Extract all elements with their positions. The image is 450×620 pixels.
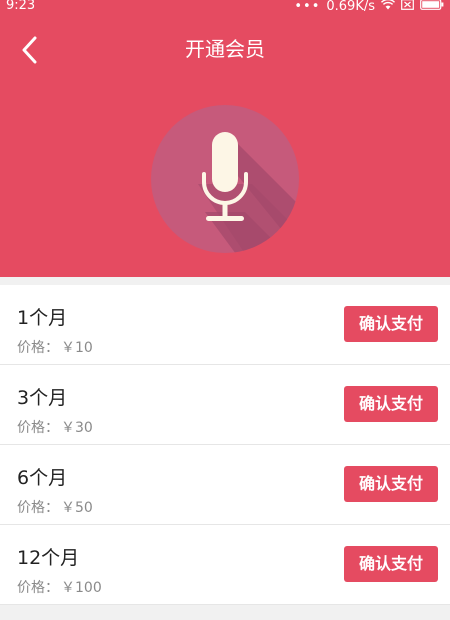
price-label: 价格： <box>17 340 59 356</box>
plan-row-12-months: 12个月 价格： ￥100 确认支付 <box>0 525 450 605</box>
header-banner: 9:23 ••• 0.69K/s 开通会员 <box>0 0 450 277</box>
plan-price: 价格： ￥10 <box>17 338 93 358</box>
plan-name: 3个月 <box>17 387 68 409</box>
price-label: 价格： <box>17 500 59 516</box>
network-speed: 0.69K/s <box>326 0 375 14</box>
plan-row-6-months: 6个月 价格： ￥50 确认支付 <box>0 445 450 525</box>
plan-name: 12个月 <box>17 547 80 569</box>
price-value: ￥10 <box>61 340 93 356</box>
price-label: 价格： <box>17 580 59 596</box>
plan-row-3-months: 3个月 价格： ￥30 确认支付 <box>0 365 450 445</box>
status-bar: 9:23 ••• 0.69K/s <box>0 0 450 14</box>
plan-name: 1个月 <box>17 307 68 329</box>
battery-icon <box>420 0 444 14</box>
plan-row-1-month: 1个月 价格： ￥10 确认支付 <box>0 285 450 365</box>
price-label: 价格： <box>17 420 59 436</box>
title-bar: 开通会员 <box>0 24 450 76</box>
microphone-icon <box>150 104 300 254</box>
status-time: 9:23 <box>6 0 36 13</box>
status-indicators: ••• 0.69K/s <box>294 0 444 14</box>
price-value: ￥30 <box>61 420 93 436</box>
price-value: ￥50 <box>61 500 93 516</box>
confirm-pay-button[interactable]: 确认支付 <box>344 546 438 582</box>
confirm-pay-button[interactable]: 确认支付 <box>344 466 438 502</box>
confirm-pay-button[interactable]: 确认支付 <box>344 386 438 422</box>
confirm-pay-button[interactable]: 确认支付 <box>344 306 438 342</box>
plan-price: 价格： ￥50 <box>17 498 93 518</box>
more-dots-icon: ••• <box>294 0 321 14</box>
plan-list: 1个月 价格： ￥10 确认支付 3个月 价格： ￥30 确认支付 6个月 价格： ￥… <box>0 285 450 605</box>
plan-price: 价格： ￥100 <box>17 578 102 598</box>
membership-screen: 9:23 ••• 0.69K/s 开通会员 1个月 价格： ￥10 确认支付 3… <box>0 0 450 620</box>
page-title: 开通会员 <box>185 37 265 61</box>
price-value: ￥100 <box>61 580 102 596</box>
wifi-icon <box>381 0 395 14</box>
plan-price: 价格： ￥30 <box>17 418 93 438</box>
sim-icon <box>401 0 414 14</box>
plan-name: 6个月 <box>17 467 68 489</box>
